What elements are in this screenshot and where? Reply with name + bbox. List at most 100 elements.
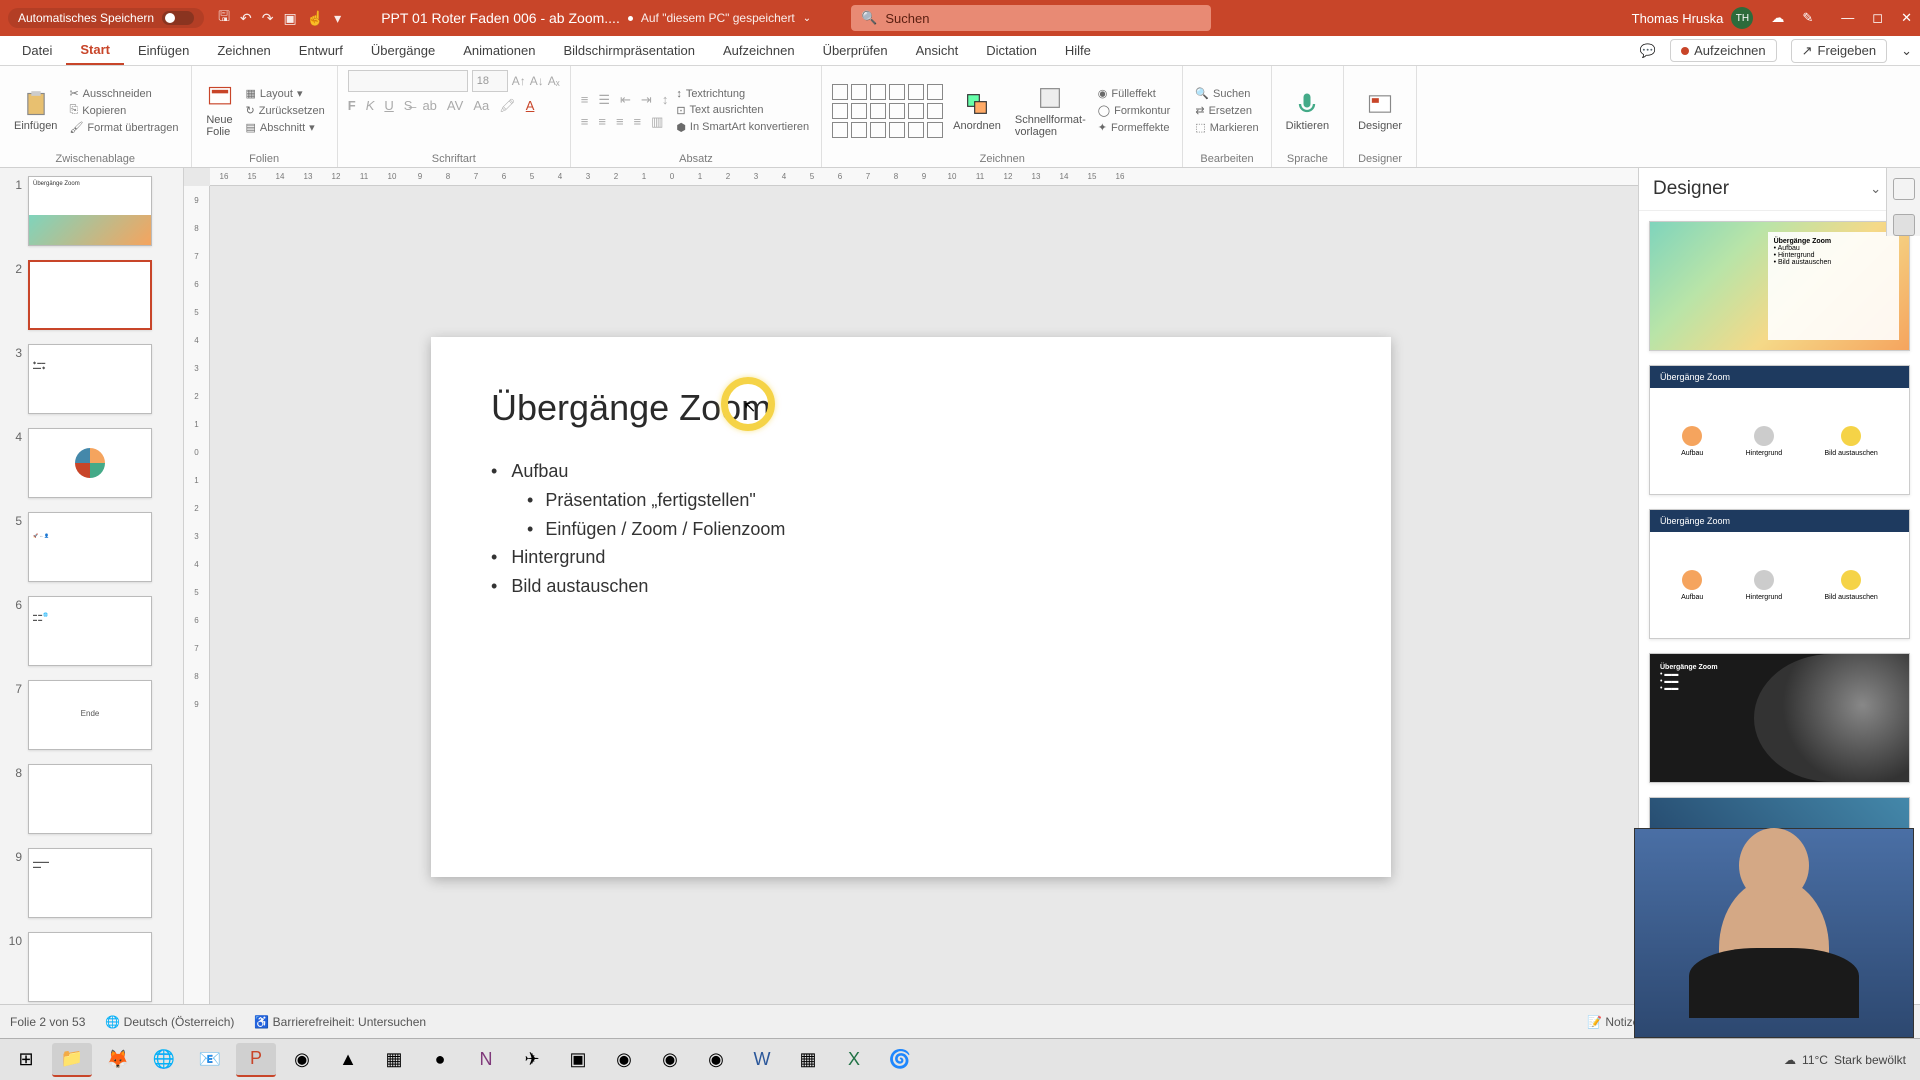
replace-button[interactable]: ⇄Ersetzen xyxy=(1193,103,1260,118)
toggle-switch[interactable] xyxy=(162,11,194,25)
touch-icon[interactable]: ☝ xyxy=(307,10,324,27)
slide-thumbnail[interactable] xyxy=(28,932,152,1002)
bold-icon[interactable]: F xyxy=(348,98,356,114)
tab-datei[interactable]: Datei xyxy=(8,36,66,65)
slide-bullets[interactable]: Aufbau xyxy=(491,457,1331,486)
smartart-button[interactable]: ⬢In SmartArt konvertieren xyxy=(674,120,811,135)
slide-thumbnail[interactable]: 🚀 ↔ 👤 xyxy=(28,512,152,582)
find-button[interactable]: 🔍Suchen xyxy=(1193,86,1260,101)
shape-gallery[interactable] xyxy=(832,84,943,138)
tab-animationen[interactable]: Animationen xyxy=(449,36,549,65)
clear-format-icon[interactable]: Aₓ xyxy=(548,74,560,88)
accessibility-button[interactable]: ♿ Barrierefreiheit: Untersuchen xyxy=(254,1015,426,1029)
tab-aufzeichnen[interactable]: Aufzeichnen xyxy=(709,36,809,65)
taskbar-telegram-icon[interactable]: ✈ xyxy=(512,1043,552,1077)
slide-thumbnail[interactable]: ◆ ▬▬▬▬ ◆ xyxy=(28,344,152,414)
cloud-icon[interactable]: ☁ xyxy=(1771,10,1784,26)
increase-font-icon[interactable]: A↑ xyxy=(512,74,526,88)
taskbar-chrome-icon[interactable]: 🌐 xyxy=(144,1043,184,1077)
arrange-button[interactable]: Anordnen xyxy=(949,88,1005,134)
tab-einfuegen[interactable]: Einfügen xyxy=(124,36,203,65)
tab-entwurf[interactable]: Entwurf xyxy=(285,36,357,65)
taskbar-edge-icon[interactable]: 🌀 xyxy=(880,1043,920,1077)
taskbar-excel-icon[interactable]: X xyxy=(834,1043,874,1077)
help-icon[interactable] xyxy=(1893,178,1915,200)
slide-thumbnail[interactable]: ▬▬▬▬▬▬ xyxy=(28,848,152,918)
shadow-icon[interactable]: ab xyxy=(422,98,436,114)
language-button[interactable]: 🌐 Deutsch (Österreich) xyxy=(105,1015,234,1029)
slide-sub-bullets[interactable]: Präsentation „fertigstellen" Einfügen / … xyxy=(527,486,1331,544)
search-box[interactable]: 🔍 Suchen xyxy=(851,5,1211,31)
layout-button[interactable]: ▦Layout▾ xyxy=(244,86,327,101)
design-idea[interactable]: Übergänge Zoom Aufbau Hintergrund Bild a… xyxy=(1649,509,1910,639)
indent-left-icon[interactable]: ⇤ xyxy=(620,92,631,108)
design-idea[interactable]: Übergänge Zoom• ▬▬• ▬▬• ▬▬ xyxy=(1649,653,1910,783)
justify-icon[interactable]: ≡ xyxy=(634,114,642,130)
taskbar-app-icon[interactable]: ▣ xyxy=(558,1043,598,1077)
redo-icon[interactable]: ↷ xyxy=(262,10,274,27)
outline-button[interactable]: ◯Formkontur xyxy=(1096,103,1173,118)
taskbar-onenote-icon[interactable]: N xyxy=(466,1043,506,1077)
tab-start[interactable]: Start xyxy=(66,36,124,65)
slide-thumbnail[interactable]: Übergänge Zoom xyxy=(28,176,152,246)
highlight-icon[interactable]: 🖍 xyxy=(499,98,516,114)
tab-hilfe[interactable]: Hilfe xyxy=(1051,36,1105,65)
present-icon[interactable]: ▣ xyxy=(283,10,296,27)
taskbar-app-icon[interactable]: ◉ xyxy=(650,1043,690,1077)
comments-icon[interactable]: 💬 xyxy=(1640,43,1656,59)
indent-right-icon[interactable]: ⇥ xyxy=(641,92,652,108)
taskbar-vlc-icon[interactable]: ▲ xyxy=(328,1043,368,1077)
copy-button[interactable]: ⎘Kopieren xyxy=(67,103,180,118)
autosave-toggle[interactable]: Automatisches Speichern xyxy=(8,8,204,28)
undo-icon[interactable]: ↶ xyxy=(240,10,252,27)
tab-uebergaenge[interactable]: Übergänge xyxy=(357,36,449,65)
new-slide-button[interactable]: Neue Folie xyxy=(202,82,238,140)
spacing-icon[interactable]: AV xyxy=(447,98,463,114)
designer-rail-icon[interactable] xyxy=(1893,214,1915,236)
start-button[interactable]: ⊞ xyxy=(6,1043,46,1077)
slide-editor[interactable]: 1615141312111098765432101234567891011121… xyxy=(184,168,1638,1046)
close-icon[interactable]: ✕ xyxy=(1901,10,1912,26)
taskbar-powerpoint-icon[interactable]: P xyxy=(236,1043,276,1077)
taskbar-app-icon[interactable]: ▦ xyxy=(788,1043,828,1077)
weather-widget[interactable]: ☁ 11°C Stark bewölkt xyxy=(1784,1053,1906,1067)
record-button[interactable]: Aufzeichnen xyxy=(1670,39,1777,62)
section-button[interactable]: ▤Abschnitt▾ xyxy=(244,120,327,135)
slide-thumbnail-selected[interactable] xyxy=(28,260,152,330)
slide-thumbnail[interactable]: ▬ ▬ 🌐▬ ▬ xyxy=(28,596,152,666)
chevron-down-icon[interactable]: ⌄ xyxy=(803,13,811,24)
draw-icon[interactable]: ✎ xyxy=(1802,10,1813,26)
design-idea[interactable]: Übergänge Zoom Aufbau Hintergrund Bild a… xyxy=(1649,365,1910,495)
taskbar-outlook-icon[interactable]: 📧 xyxy=(190,1043,230,1077)
slide-canvas[interactable]: Übergänge Zoom Aufbau Präsentation „fert… xyxy=(431,337,1391,877)
share-button[interactable]: ↗Freigeben xyxy=(1791,39,1887,63)
cut-button[interactable]: ✂Ausschneiden xyxy=(67,86,180,101)
tab-zeichnen[interactable]: Zeichnen xyxy=(203,36,284,65)
underline-icon[interactable]: U xyxy=(384,98,393,114)
taskbar-obs-icon[interactable]: ◉ xyxy=(604,1043,644,1077)
align-right-icon[interactable]: ≡ xyxy=(616,114,624,130)
maximize-icon[interactable]: ◻ xyxy=(1872,10,1883,26)
taskbar-firefox-icon[interactable]: 🦊 xyxy=(98,1043,138,1077)
tab-ansicht[interactable]: Ansicht xyxy=(902,36,973,65)
save-icon[interactable]: 🖫 xyxy=(218,6,230,30)
font-size-input[interactable] xyxy=(472,70,508,92)
decrease-font-icon[interactable]: A↓ xyxy=(530,74,544,88)
minimize-icon[interactable]: — xyxy=(1841,10,1854,26)
tab-ueberpruefen[interactable]: Überprüfen xyxy=(809,36,902,65)
tab-bildschirmpraesentation[interactable]: Bildschirmpräsentation xyxy=(549,36,709,65)
slide-bullets[interactable]: Hintergrund Bild austauschen xyxy=(491,543,1331,601)
slide-title[interactable]: Übergänge Zoom xyxy=(491,387,1331,429)
reset-button[interactable]: ↻Zurücksetzen xyxy=(244,103,327,118)
dictate-button[interactable]: Diktieren xyxy=(1282,88,1333,134)
slide-counter[interactable]: Folie 2 von 53 xyxy=(10,1015,85,1029)
taskbar-app-icon[interactable]: ◉ xyxy=(282,1043,322,1077)
line-spacing-icon[interactable]: ↕ xyxy=(662,92,669,108)
thumbnails-panel[interactable]: 1Übergänge Zoom 2 3◆ ▬▬▬▬ ◆ 4 5🚀 ↔ 👤 6▬ … xyxy=(0,168,184,1046)
taskbar-app-icon[interactable]: ▦ xyxy=(374,1043,414,1077)
chevron-down-icon[interactable]: ⌄ xyxy=(1870,181,1881,197)
slide-thumbnail[interactable] xyxy=(28,764,152,834)
tab-dictation[interactable]: Dictation xyxy=(972,36,1051,65)
text-direction-button[interactable]: ↕Textrichtung xyxy=(674,87,811,101)
slide-thumbnail[interactable] xyxy=(28,428,152,498)
